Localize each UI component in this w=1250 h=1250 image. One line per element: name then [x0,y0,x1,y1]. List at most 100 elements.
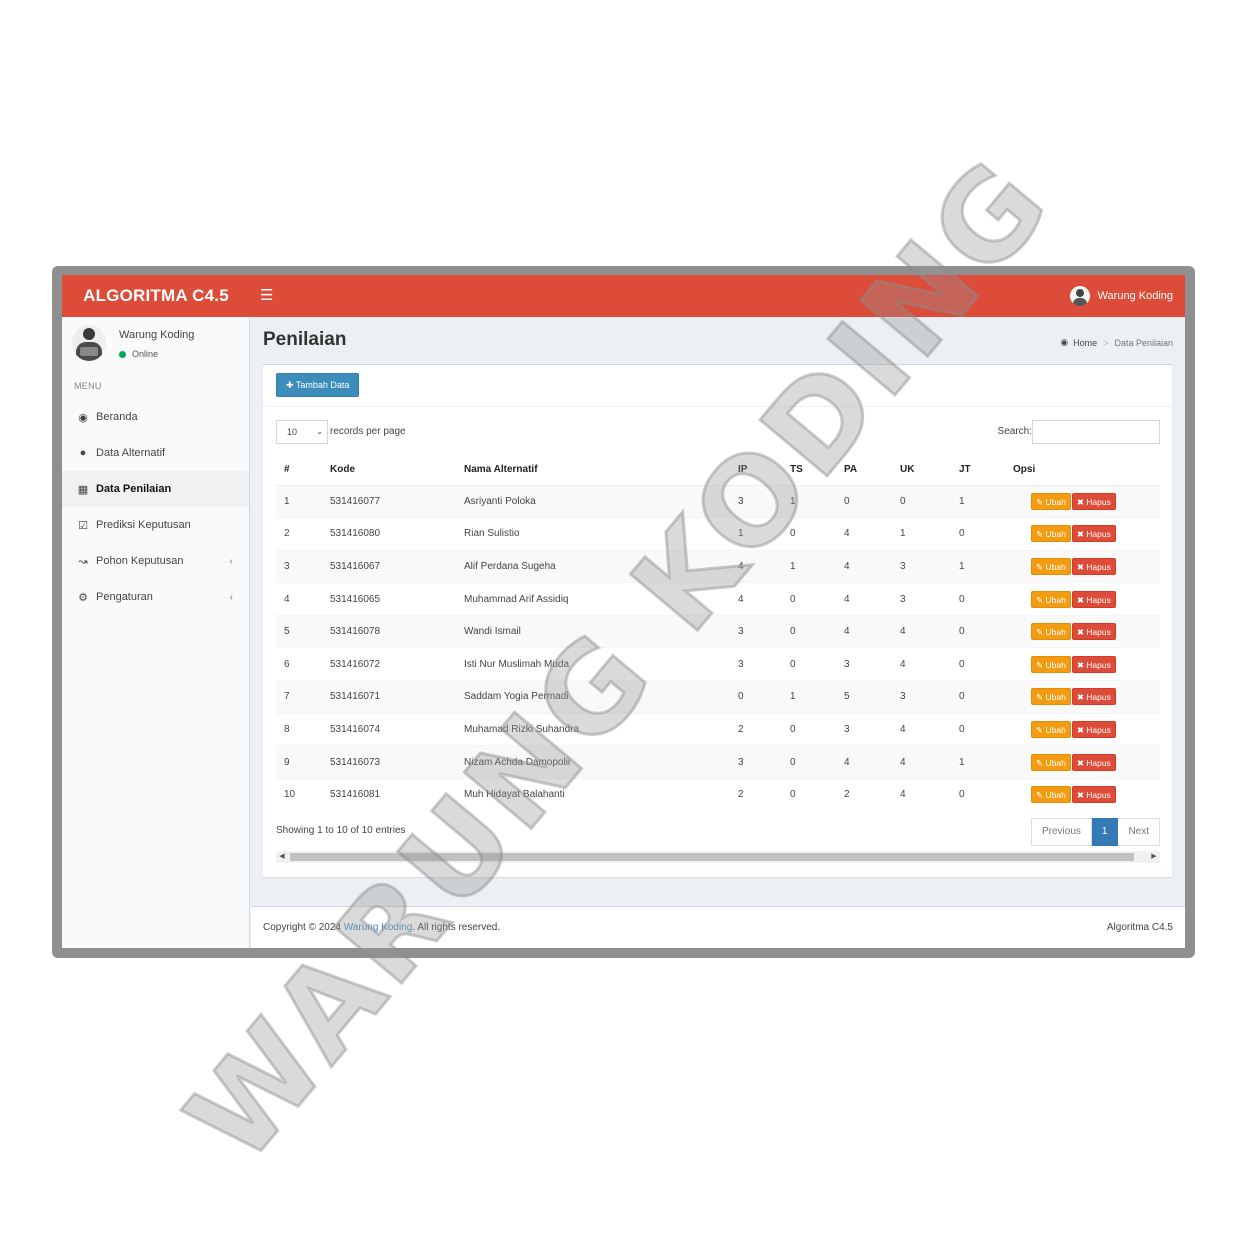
row-actions: ✎ Ubah ✖ Hapus [1005,582,1160,616]
table-row: 8 531416074 Muhamad Rizki Suhandra 2 0 3 4 0 ✎ U… [276,712,1160,746]
table-cell: 6 [276,647,322,681]
scroll-right-icon[interactable]: ▶ [1148,851,1160,863]
table-cell: 531416077 [322,484,456,518]
search-input[interactable] [1032,420,1160,444]
column-header[interactable]: JT [951,455,1005,486]
edit-button[interactable]: ✎ Ubah [1031,590,1071,608]
sidebar-item-beranda[interactable]: ◉ Beranda [62,399,249,435]
table-row: 9 531416073 Nizam Achda Damopolii 3 0 4 4 1 ✎ Ub… [276,745,1160,779]
edit-button[interactable]: ✎ Ubah [1031,720,1071,738]
delete-button[interactable]: ✖ Hapus [1071,655,1116,673]
edit-label: Ubah [1045,561,1066,572]
edit-button[interactable]: ✎ Ubah [1031,557,1071,575]
edit-button[interactable]: ✎ Ubah [1031,655,1071,673]
table-cell: 1 [276,484,322,518]
table-row: 1 531416077 Asriyanti Poloka 3 1 0 0 1 ✎ Ubah ✖ H… [276,484,1160,518]
row-actions: ✎ Ubah ✖ Hapus [1005,484,1160,518]
table-cell: 0 [951,614,1005,648]
horizontal-scrollbar[interactable]: ◀ ▶ [276,851,1160,863]
breadcrumb-home[interactable]: Home [1073,338,1097,348]
table-cell: 3 [276,549,322,583]
delete-button[interactable]: ✖ Hapus [1071,492,1116,510]
page-1-button[interactable]: 1 [1091,818,1119,846]
row-actions: ✎ Ubah ✖ Hapus [1005,712,1160,746]
table-cell: Saddam Yogia Permadi [456,680,730,714]
edit-button[interactable]: ✎ Ubah [1031,753,1071,771]
table-row: 7 531416071 Saddam Yogia Permadi 0 1 5 3 0 ✎ Uba… [276,680,1160,714]
table-cell: 531416072 [322,647,456,681]
user-menu[interactable]: Warung Koding [1069,275,1173,317]
table-cell: Alif Perdana Sugeha [456,549,730,583]
delete-button[interactable]: ✖ Hapus [1071,557,1116,575]
table-cell: 531416073 [322,745,456,779]
sidebar-item-pohon-keputusan[interactable]: ↝ Pohon Keputusan ‹ [62,543,249,579]
user-panel: Warung Koding Online [72,325,242,371]
delete-label: Hapus [1086,594,1111,605]
delete-button[interactable]: ✖ Hapus [1071,720,1116,738]
records-per-page-select[interactable]: 10 ⌄ [276,420,328,444]
table-cell: 0 [782,582,836,616]
breadcrumb: ◉ Home > Data Penilaian [1060,337,1173,348]
table-cell: Nizam Achda Damopolii [456,745,730,779]
edit-label: Ubah [1045,724,1066,735]
box-header: ✚ Tambah Data [263,365,1172,407]
column-header[interactable]: PA [836,455,892,486]
column-header[interactable]: TS [782,455,836,486]
sidebar-item-data-penilaian[interactable]: ▦ Data Penilaian [62,471,249,507]
trash-icon: ✖ [1076,529,1087,540]
column-header[interactable]: # [276,455,322,486]
table-cell: 4 [836,745,892,779]
row-actions: ✎ Ubah ✖ Hapus [1005,777,1160,811]
avatar [72,325,106,361]
copyright-link[interactable]: Warung Koding [344,922,413,933]
table-cell: 0 [782,517,836,551]
edit-button[interactable]: ✎ Ubah [1031,623,1071,641]
table-cell: 531416065 [322,582,456,616]
previous-button[interactable]: Previous [1030,818,1092,846]
column-header[interactable]: Nama Alternatif [456,455,730,486]
column-header[interactable]: Kode [322,455,456,486]
edit-button[interactable]: ✎ Ubah [1031,688,1071,706]
edit-label: Ubah [1045,496,1066,507]
table-cell: 3 [892,582,951,616]
edit-button[interactable]: ✎ Ubah [1031,525,1071,543]
footer: Copyright © 2024 Warung Koding. All righ… [251,906,1185,948]
next-button[interactable]: Next [1118,818,1160,846]
delete-label: Hapus [1086,692,1111,703]
delete-label: Hapus [1086,561,1111,572]
add-data-button[interactable]: ✚ Tambah Data [276,373,360,397]
sidebar-item-data-alternatif[interactable]: ● Data Alternatif [62,435,249,471]
table-row: 3 531416067 Alif Perdana Sugeha 4 1 4 3 1 ✎ Ubah… [276,549,1160,583]
edit-button[interactable]: ✎ Ubah [1031,492,1071,510]
scroll-left-icon[interactable]: ◀ [276,851,288,863]
table-cell: 3 [730,745,782,779]
table-cell: 4 [836,517,892,551]
table-cell: 9 [276,745,322,779]
brand-logo[interactable]: ALGORITMA C4.5 [62,275,250,317]
sidebar-item-prediksi-keputusan[interactable]: ☑ Prediksi Keputusan [62,507,249,543]
delete-button[interactable]: ✖ Hapus [1071,590,1116,608]
table-cell: 531416074 [322,712,456,746]
table-cell: 0 [782,745,836,779]
sidebar-item-label: Pengaturan [96,591,153,603]
table-cell: Wandi Ismail [456,614,730,648]
sidebar-item-pengaturan[interactable]: ⚙ Pengaturan ‹ [62,579,249,615]
delete-button[interactable]: ✖ Hapus [1071,688,1116,706]
delete-button[interactable]: ✖ Hapus [1071,525,1116,543]
table-cell: 4 [892,745,951,779]
column-header[interactable]: Opsi [1005,455,1160,486]
delete-button[interactable]: ✖ Hapus [1071,753,1116,771]
delete-button[interactable]: ✖ Hapus [1071,786,1116,804]
edit-button[interactable]: ✎ Ubah [1031,786,1071,804]
hamburger-icon[interactable]: ☰ [260,287,276,305]
column-header[interactable]: UK [892,455,951,486]
table-controls: 10 ⌄ records per page Search: [276,419,1160,445]
scrollbar-thumb[interactable] [290,853,1134,861]
delete-button[interactable]: ✖ Hapus [1071,623,1116,641]
table-cell: 531416071 [322,680,456,714]
column-header[interactable]: IP [730,455,782,486]
table-cell: 4 [836,614,892,648]
table-cell: 4 [276,582,322,616]
chevron-down-icon: ⌄ [316,427,323,436]
table-cell: 2 [730,777,782,811]
